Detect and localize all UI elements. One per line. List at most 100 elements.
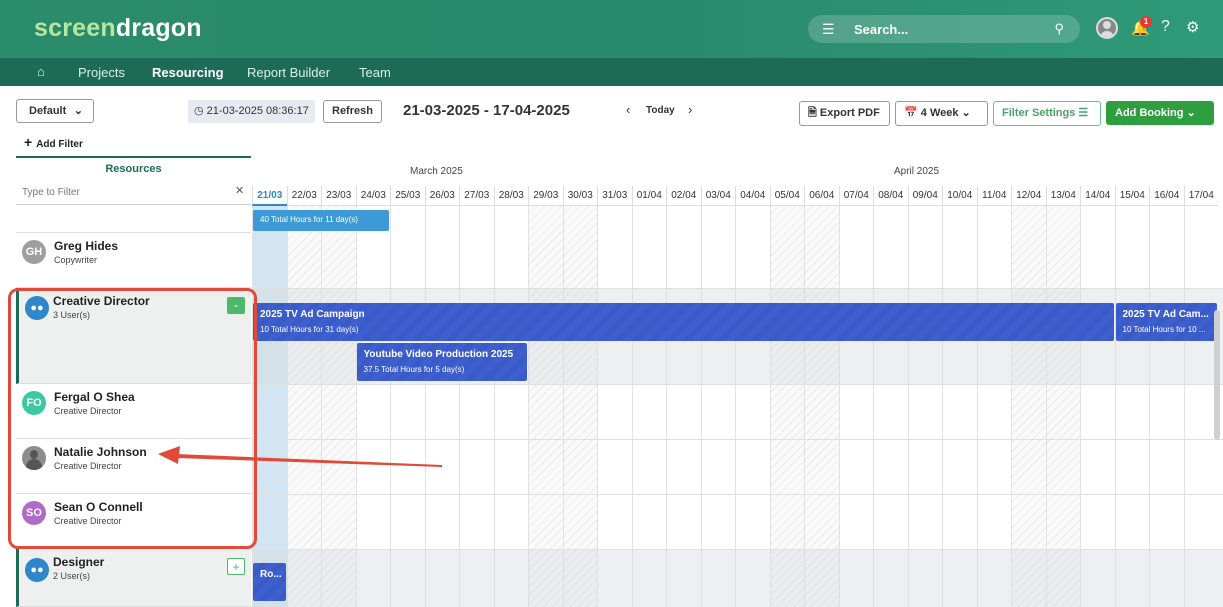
day-column[interactable] (1183, 206, 1219, 607)
day-column[interactable] (666, 206, 701, 607)
calendar-icon: 📅 (904, 107, 918, 119)
search-icon[interactable]: ⚲ (1054, 21, 1064, 37)
vertical-scrollbar[interactable] (1214, 310, 1220, 440)
global-search[interactable]: ☰ Search... ⚲ (808, 15, 1080, 43)
user-avatar[interactable] (1096, 17, 1118, 39)
booking-bar[interactable]: 2025 TV Ad Cam... 10 Total Hours for 10 .… (1115, 303, 1217, 341)
day-column[interactable] (1080, 206, 1115, 607)
row-divider (252, 494, 1223, 495)
help-icon[interactable]: ? (1161, 18, 1170, 36)
gear-icon[interactable]: ⚙ (1186, 18, 1199, 36)
day-column[interactable] (804, 206, 839, 607)
expand-button[interactable]: + (227, 558, 245, 575)
month-label-march: March 2025 (410, 166, 463, 177)
avatar: GH (22, 240, 46, 264)
day-column[interactable] (907, 206, 943, 607)
add-filter-button[interactable]: + Add Filter (24, 134, 83, 150)
nav-team[interactable]: Team (359, 65, 391, 80)
day-column[interactable] (562, 206, 597, 607)
group-row-band (252, 549, 1223, 607)
day-column[interactable] (838, 206, 874, 607)
day-column[interactable] (286, 206, 321, 607)
chevron-down-icon: ⌄ (73, 105, 83, 117)
booking-hours: 10 Total Hours for 31 day(s) (260, 325, 359, 334)
menu-icon[interactable]: ☰ (822, 21, 835, 38)
annotation-arrow (158, 446, 442, 467)
view-select[interactable]: Default ⌄ (16, 99, 94, 123)
main-nav: ⌂ Projects Resourcing Report Builder Tea… (0, 58, 1223, 86)
day-column[interactable] (1114, 206, 1150, 607)
booking-hours: 40 Total Hours for 11 day(s) (260, 215, 358, 224)
day-header: 05/04 (769, 186, 804, 206)
resource-calendar[interactable]: March 2025 April 2025 21/03 22/03 23/03 24/… (252, 160, 1223, 607)
day-column[interactable] (1045, 206, 1080, 607)
add-booking-button[interactable]: Add Booking ⌄ (1106, 101, 1214, 125)
day-column[interactable] (1149, 206, 1184, 607)
day-header: 23/03 (321, 186, 356, 206)
nav-projects[interactable]: Projects (78, 65, 125, 80)
today-button[interactable]: Today (646, 105, 675, 116)
row-divider (252, 288, 1223, 289)
resource-filter-input[interactable] (16, 181, 251, 205)
booking-bar[interactable]: Youtube Video Production 2025 37.5 Total … (356, 343, 527, 381)
day-header: 30/03 (562, 186, 597, 206)
booking-bar[interactable]: Ro... (253, 563, 286, 601)
home-icon[interactable]: ⌂ (37, 64, 45, 79)
notification-badge: 1 (1140, 16, 1152, 28)
resource-row-spacer (16, 206, 251, 233)
day-header: 16/04 (1149, 186, 1184, 206)
booking-title: 2025 TV Ad Cam... (1122, 309, 1209, 320)
day-column[interactable] (493, 206, 529, 607)
day-column[interactable] (873, 206, 908, 607)
day-column[interactable] (528, 206, 563, 607)
day-header: 31/03 (597, 186, 632, 206)
day-column[interactable] (735, 206, 770, 607)
day-column[interactable] (424, 206, 460, 607)
day-header: 03/04 (700, 186, 735, 206)
day-header: 13/04 (1045, 186, 1080, 206)
export-pdf-button[interactable]: 🗎 Export PDF (799, 101, 890, 126)
row-divider (252, 549, 1223, 550)
resources-header: Resources (16, 156, 251, 178)
day-column[interactable] (700, 206, 736, 607)
day-column[interactable] (355, 206, 391, 607)
day-column[interactable] (976, 206, 1012, 607)
day-header: 27/03 (459, 186, 494, 206)
filter-settings-button[interactable]: Filter Settings ☰ (993, 101, 1101, 126)
resource-row-greg-hides[interactable]: GH Greg Hides Copywriter (16, 233, 251, 288)
resource-group-designer[interactable]: ●● Designer 2 User(s) + (16, 549, 251, 607)
date-range: 21-03-2025 - 17-04-2025 (403, 102, 570, 119)
next-arrow-icon[interactable]: › (688, 102, 692, 117)
nav-report-builder[interactable]: Report Builder (247, 65, 330, 80)
day-header: 04/04 (735, 186, 770, 206)
clock-icon: ◷ (194, 105, 204, 117)
logo[interactable]: screendragon (34, 14, 202, 43)
prev-arrow-icon[interactable]: ‹ (626, 102, 630, 117)
nav-resourcing[interactable]: Resourcing (152, 65, 224, 80)
day-column[interactable] (252, 206, 287, 607)
day-column[interactable] (769, 206, 804, 607)
day-column[interactable] (390, 206, 425, 607)
highlight-annotation (8, 288, 257, 549)
day-column[interactable] (942, 206, 977, 607)
day-column[interactable] (321, 206, 356, 607)
period-select[interactable]: 📅 4 Week ⌄ (895, 101, 988, 126)
day-header: 14/04 (1080, 186, 1115, 206)
day-column[interactable] (459, 206, 494, 607)
day-header: 12/04 (1011, 186, 1046, 206)
group-user-count: 2 User(s) (53, 571, 91, 581)
resource-role: Copywriter (54, 255, 98, 265)
booking-title: Youtube Video Production 2025 (363, 349, 514, 360)
booking-bar[interactable]: 2025 TV Ad Campaign 10 Total Hours for 31… (253, 303, 1114, 341)
day-column[interactable] (597, 206, 632, 607)
booking-hours: 10 Total Hours for 10 ... (1122, 325, 1206, 334)
refresh-button[interactable]: Refresh (323, 100, 382, 123)
day-column[interactable] (631, 206, 667, 607)
chevron-down-icon: ⌄ (961, 107, 971, 119)
clear-filter-icon[interactable]: ✕ (235, 184, 244, 197)
day-header: 06/04 (804, 186, 839, 206)
booking-bar[interactable]: 40 Total Hours for 11 day(s) (253, 210, 389, 231)
last-refreshed-timestamp: ◷ 21-03-2025 08:36:17 (188, 100, 315, 123)
day-column[interactable] (1011, 206, 1046, 607)
day-header: 17/04 (1183, 186, 1218, 206)
